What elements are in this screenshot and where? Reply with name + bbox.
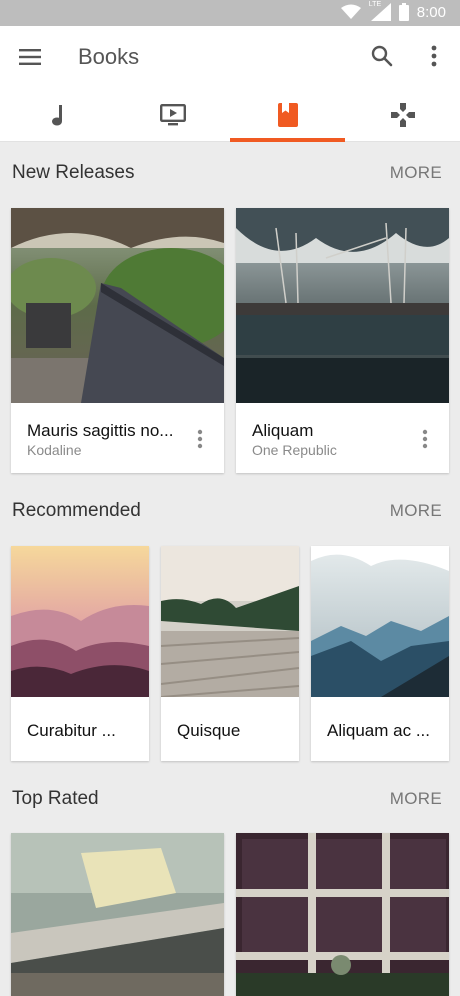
overflow-menu-button[interactable] [420, 42, 448, 70]
music-note-icon [51, 105, 62, 126]
tab-bar [0, 88, 460, 142]
card-subtitle: One Republic [252, 442, 337, 458]
more-button[interactable]: MORE [390, 163, 442, 183]
more-vert-icon [422, 429, 428, 449]
hamburger-menu-icon [19, 49, 41, 65]
network-type-label: LTE [368, 1, 382, 8]
search-icon [371, 45, 393, 67]
cover-image-loom [236, 208, 449, 403]
cover-image-park-bench [11, 208, 224, 403]
section-title: New Releases [12, 162, 135, 183]
wifi-icon [340, 4, 361, 19]
card-title: Aliquam [252, 421, 314, 440]
tab-video[interactable] [115, 88, 230, 142]
more-button[interactable]: MORE [390, 789, 442, 809]
section-header-recommended: Recommended MORE [0, 496, 460, 526]
cover-image-misty-mountains [11, 546, 149, 697]
cover-image-window [236, 833, 449, 996]
menu-button[interactable] [16, 43, 44, 71]
gamepad-icon [390, 103, 415, 127]
card-title: Aliquam ac ... [327, 721, 430, 740]
section-header-top-rated: Top Rated MORE [0, 784, 460, 814]
cover-image-blue-mountains [311, 546, 449, 697]
active-tab-indicator [230, 138, 345, 142]
tab-games[interactable] [345, 88, 460, 142]
book-card[interactable]: Curabitur ... [11, 546, 149, 761]
book-card[interactable]: Aliquam One Republic [236, 208, 449, 473]
book-card[interactable] [11, 833, 224, 996]
more-button[interactable]: MORE [390, 501, 442, 521]
section-title: Recommended [12, 500, 141, 521]
status-bar: LTE 8:00 [0, 0, 460, 26]
more-vert-icon [431, 45, 437, 67]
section-header-new-releases: New Releases MORE [0, 158, 460, 188]
card-title: Curabitur ... [27, 721, 116, 740]
page-title: Books [78, 44, 140, 69]
book-card[interactable]: Aliquam ac ... [311, 546, 449, 761]
lte-signal-icon: LTE [368, 1, 391, 21]
book-card[interactable]: Mauris sagittis no... Kodaline [11, 208, 224, 473]
book-card[interactable] [236, 833, 449, 996]
card-title: Mauris sagittis no... [27, 421, 174, 440]
search-button[interactable] [368, 42, 396, 70]
tab-music[interactable] [0, 88, 115, 142]
book-card[interactable]: Quisque [161, 546, 299, 761]
card-menu-button[interactable] [190, 425, 210, 453]
status-time: 8:00 [416, 3, 446, 21]
section-title: Top Rated [12, 788, 99, 809]
book-icon [277, 103, 298, 127]
card-subtitle: Kodaline [27, 442, 82, 458]
cover-image-lake-dock [161, 546, 299, 697]
tab-books[interactable] [230, 88, 345, 142]
card-menu-button[interactable] [415, 425, 435, 453]
tv-play-icon [159, 104, 186, 126]
cover-image-old-typewriter [11, 833, 224, 996]
battery-icon [398, 3, 409, 21]
card-title: Quisque [177, 721, 241, 740]
more-vert-icon [197, 429, 203, 449]
app-bar: Books [0, 26, 460, 88]
